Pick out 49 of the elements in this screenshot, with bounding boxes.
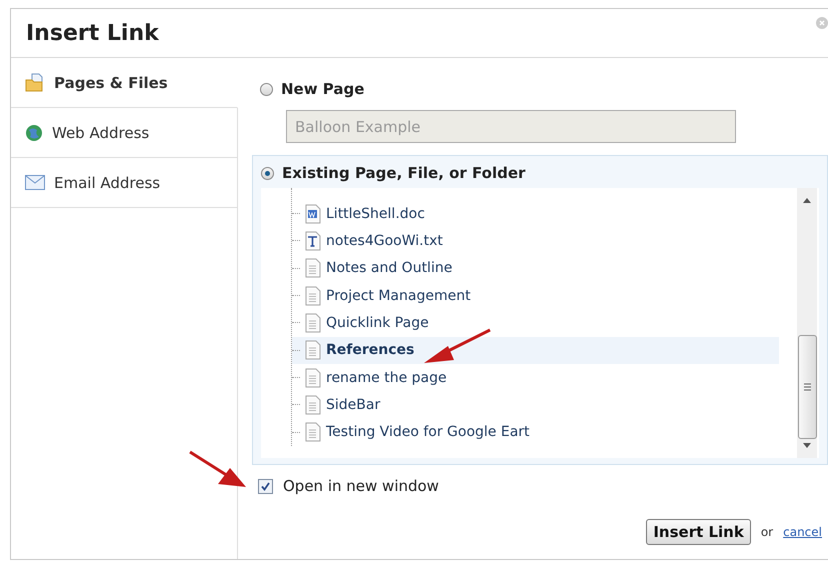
tree-item[interactable]: SideBar [292,391,779,419]
page-icon [305,368,321,388]
sidebar-tab[interactable]: Email Address [11,158,238,208]
item-label: Project Management [326,288,471,304]
folder-icon [25,72,45,92]
tree-item[interactable]: notes4GooWi.txt [292,227,779,255]
cancel-link[interactable]: cancel [783,525,822,539]
page-icon [305,286,321,306]
item-label: Testing Video for Google Eart [326,424,530,440]
window-title: Insert Link [26,20,159,46]
insert-link-button[interactable]: Insert Link [646,519,751,545]
item-label: SideBar [326,396,380,413]
scrollbar[interactable] [797,188,817,458]
or-text: or [760,525,774,539]
envelope-icon [25,175,45,190]
page-icon [305,340,321,360]
item-label: notes4GooWi.txt [326,232,443,249]
sidebar-tab[interactable]: Web Address [11,108,238,158]
page-icon [305,394,321,415]
option-label: Existing Page, File, or Folder [282,164,526,182]
tree-item[interactable]: rename the page [292,364,779,392]
tree-item[interactable]: Quicklink Page [292,309,779,337]
item-label: Notes and Outline [326,260,452,276]
text-file-icon [305,230,321,251]
item-label: References [326,342,414,358]
radio-button[interactable] [261,166,274,180]
page-icon [305,422,321,442]
tree-item[interactable]: Notes and Outline [292,254,779,282]
tree-item[interactable]: LittleShell.doc [292,200,779,228]
checkbox[interactable] [258,478,273,494]
tab-label: Email Address [54,174,160,192]
tree-item[interactable]: Project Management [292,282,779,310]
item-label: LittleShell.doc [326,206,425,222]
tree-item[interactable]: References [292,336,779,364]
annotation-arrow [188,450,248,490]
globe-icon [25,124,43,142]
option-label: New Page [281,80,364,98]
page-icon [305,312,321,333]
document-icon [305,204,321,224]
scroll-up-icon[interactable] [803,197,811,203]
tree-item[interactable]: Testing Video for Google Eart [292,418,779,446]
scroll-thumb[interactable] [798,335,816,439]
page-icon [305,258,321,278]
item-label: rename the page [326,370,447,386]
scroll-down-icon[interactable] [803,443,811,449]
checkbox-label: Open in new window [283,477,439,495]
tab-label: Pages & Files [54,74,168,92]
tab-label: Web Address [52,124,150,142]
item-label: Quicklink Page [326,314,429,331]
